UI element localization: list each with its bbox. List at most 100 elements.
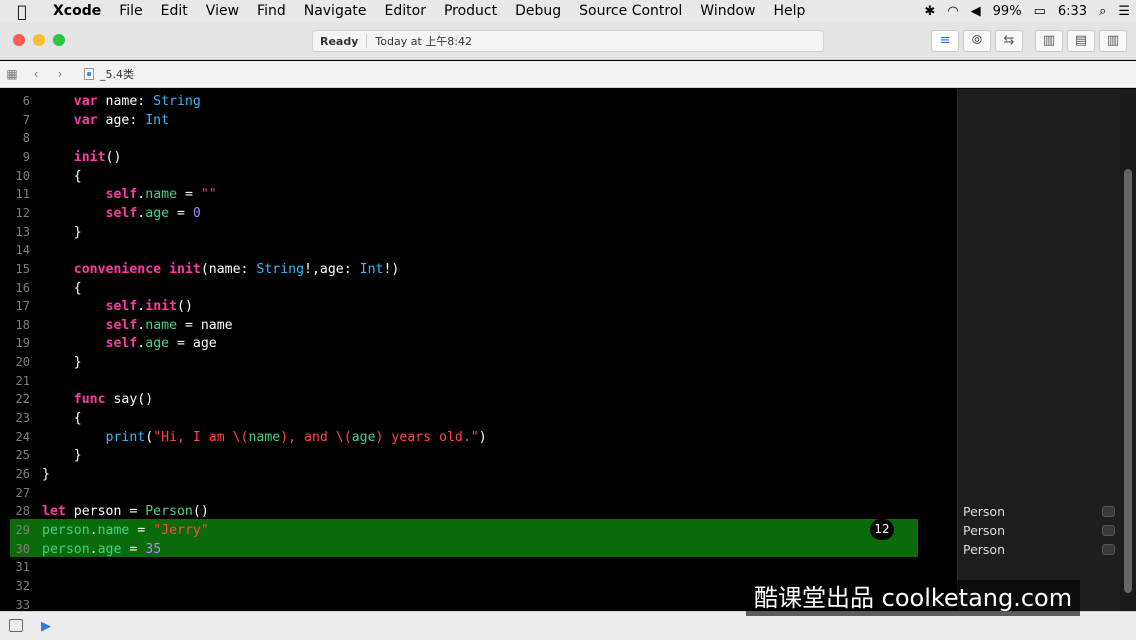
result-value: Person [963,522,1006,538]
zoom-button[interactable] [53,34,65,46]
bluetooth-icon[interactable]: ✱ [918,4,941,19]
volume-icon[interactable]: ◀ [965,4,987,19]
code-text[interactable]: { [42,167,82,186]
code-text[interactable]: { [42,279,82,298]
code-text[interactable]: } [42,353,82,372]
code-line[interactable]: 20 } [0,353,957,372]
code-line[interactable]: 25 } [0,446,957,465]
line-number: 7 [22,112,30,127]
code-line[interactable]: 16 { [0,279,957,298]
code-text[interactable]: { [42,409,82,428]
menu-source-control[interactable]: Source Control [570,3,691,19]
line-number: 13 [15,224,30,239]
search-icon[interactable]: ⌕ [1093,4,1112,19]
menu-app[interactable]: Xcode [44,3,110,19]
code-line[interactable]: 15 convenience init(name: String!,age: I… [0,260,957,279]
menu-file[interactable]: File [110,3,151,19]
quick-look-icon[interactable] [1102,543,1115,555]
menu-product[interactable]: Product [435,3,506,19]
utilities-toggle-button[interactable]: ▥ [1099,30,1127,52]
forward-icon[interactable]: › [48,67,72,81]
code-line[interactable]: 24 print("Hi, I am \(name), and \(age) y… [0,428,957,447]
version-editor-button[interactable]: ⇆ [995,30,1023,52]
run-playground-icon[interactable]: ▶ [41,619,51,634]
standard-editor-button[interactable]: ≡ [931,30,959,52]
code-line[interactable]: 18 self.name = name [0,316,957,335]
line-number: 24 [15,429,30,444]
menu-view[interactable]: View [197,3,248,19]
code-line[interactable]: 10 { [0,167,957,186]
code-line[interactable]: 22 func say() [0,390,957,409]
menu-window[interactable]: Window [691,3,764,19]
wifi-icon[interactable]: ◠ [941,4,964,19]
menu-help[interactable]: Help [765,3,815,19]
source-editor[interactable]: 12 6 var name: String 7 var age: Int 8 9 in… [0,89,957,611]
scrollbar-thumb[interactable] [1124,169,1132,593]
back-icon[interactable]: ‹ [24,67,48,81]
code-line[interactable]: 13 } [0,223,957,242]
code-line[interactable]: 6 var name: String [0,92,957,111]
menu-find[interactable]: Find [248,3,295,19]
code-line[interactable]: 17 self.init() [0,297,957,316]
battery-percent[interactable]: 99% [987,4,1028,19]
code-text[interactable]: } [42,465,50,484]
debug-area-toggle-button[interactable]: ▤ [1067,30,1095,52]
menu-edit[interactable]: Edit [152,3,197,19]
code-text[interactable]: let person = Person() [42,502,209,521]
code-text[interactable]: person.name = "Jerry" [42,521,209,540]
assistant-editor-button[interactable]: ⦾ [963,30,991,52]
line-number: 26 [15,467,30,481]
code-text[interactable]: self.name = "" [42,185,217,204]
code-text[interactable]: self.age = age [42,334,217,353]
code-text[interactable]: person.age = 35 [42,540,161,559]
code-line[interactable]: 19 self.age = age [0,334,957,353]
result-value: Person [963,541,1006,557]
code-line[interactable]: 7 var age: Int [0,111,957,130]
quick-look-icon[interactable] [1102,524,1115,536]
line-number: 21 [15,373,30,388]
vertical-scrollbar[interactable] [1120,89,1136,611]
show-debug-area-button[interactable] [9,619,23,632]
line-number: 31 [15,560,30,575]
code-line[interactable]: 11 self.name = "" [0,185,957,204]
divider [366,34,368,48]
apple-icon[interactable]:  [0,2,44,21]
code-line[interactable]: 8 [0,129,957,148]
code-line[interactable]: 14 [0,241,957,260]
code-text[interactable]: var age: Int [42,111,169,130]
clock[interactable]: 6:33 [1052,4,1093,19]
code-line[interactable]: 26} [0,465,957,484]
menu-navigate[interactable]: Navigate [295,3,376,19]
code-text[interactable]: init() [42,148,122,167]
code-line[interactable]: 21 [0,372,957,391]
code-line[interactable]: 27 [0,484,957,503]
menu-debug[interactable]: Debug [506,3,570,19]
code-text[interactable]: print("Hi, I am \(name), and \(age) year… [42,428,487,447]
minimize-button[interactable] [33,34,45,46]
code-line[interactable]: 30 person.age = 35 [0,540,957,559]
code-text[interactable]: convenience init(name: String!,age: Int!… [42,260,400,279]
code-line[interactable]: 28 let person = Person() [0,502,957,521]
code-line[interactable]: 12 self.age = 0 [0,204,957,223]
related-items-icon[interactable]: ▦ [0,67,24,81]
code-line[interactable]: 31 [0,558,957,577]
navigator-toggle-button[interactable]: ▥ [1035,30,1063,52]
code-text[interactable]: } [42,446,82,465]
quick-look-icon[interactable] [1102,506,1115,518]
menu-editor[interactable]: Editor [376,3,435,19]
code-text[interactable]: self.name = name [42,316,233,335]
battery-icon[interactable]: ▭ [1028,4,1052,19]
code-text[interactable]: self.init() [42,297,193,316]
code-line[interactable]: 9 init() [0,148,957,167]
line-number: 19 [15,336,30,351]
code-text[interactable]: func say() [42,390,153,409]
code-text[interactable]: self.age = 0 [42,204,201,223]
close-button[interactable] [13,34,25,46]
menu-list-icon[interactable]: ☰ [1112,4,1136,19]
code-line[interactable]: 29 person.name = "Jerry" [0,521,957,540]
code-text[interactable]: } [42,223,82,242]
code-text[interactable]: var name: String [42,92,201,111]
line-number: 9 [22,149,30,164]
breadcrumb-file[interactable]: _5.4类 [100,66,134,82]
code-line[interactable]: 23 { [0,409,957,428]
